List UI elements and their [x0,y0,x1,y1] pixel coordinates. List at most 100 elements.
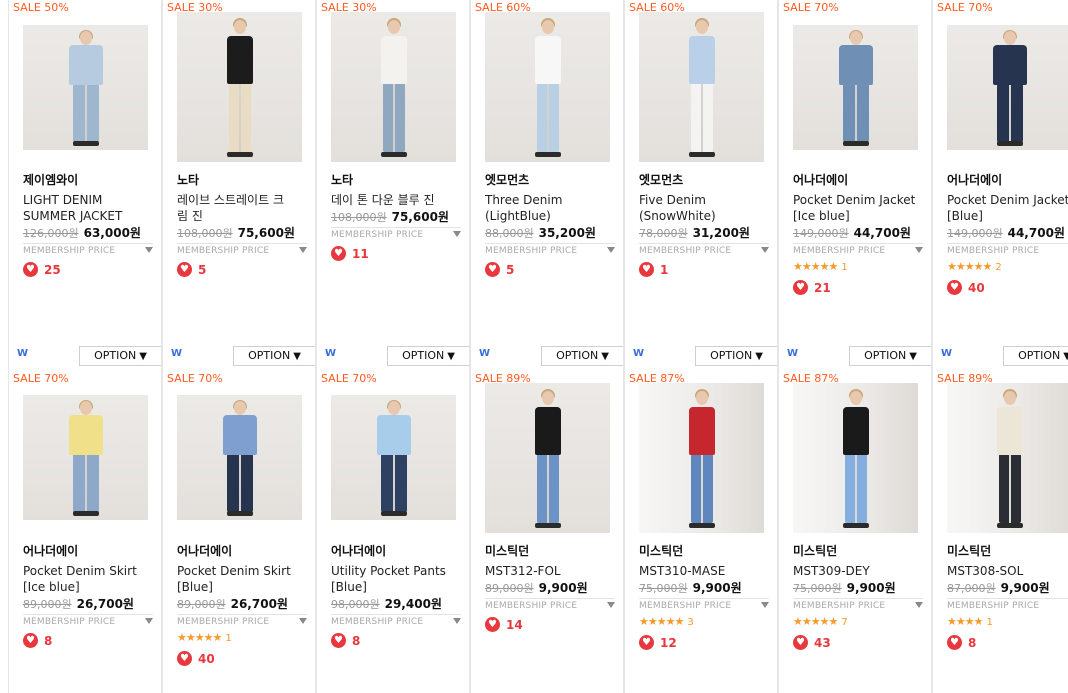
brand-name[interactable]: 어나더에이 [23,542,78,559]
product-card[interactable]: SALE 50% 제이엠와이 LIGHT DENIM SUMMER JACKET 12… [8,0,162,371]
product-name[interactable]: MST309-DEY [793,563,931,579]
brand-name[interactable]: 어나더에이 [177,542,232,559]
product-name[interactable]: MST310-MASE [639,563,777,579]
product-card[interactable]: SALE 70% 어나더에이 Pocket Denim Jacket [Ice bl… [778,0,932,371]
caret-down-icon: ▼ [447,351,455,362]
product-image[interactable] [947,25,1068,150]
membership-price-toggle[interactable]: MEMBERSHIP PRICE [23,243,153,259]
product-name[interactable]: Pocket Denim Jacket [Blue] [947,192,1068,224]
product-image[interactable] [639,383,764,533]
like-button[interactable]: ♥ 8 [947,635,976,651]
brand-name[interactable]: 제이엠와이 [23,171,78,188]
product-name[interactable]: MST312-FOL [485,563,623,579]
like-button[interactable]: ♥ 40 [177,651,215,667]
like-button[interactable]: ♥ 12 [639,635,677,651]
brand-name[interactable]: 미스틱던 [639,542,683,559]
product-image[interactable] [177,12,302,162]
product-image[interactable] [793,383,918,533]
like-button[interactable]: ♥ 8 [331,633,360,649]
product-image[interactable] [485,12,610,162]
option-button[interactable]: OPTION ▼ [541,346,623,366]
option-button[interactable]: OPTION ▼ [387,346,469,366]
membership-price-toggle[interactable]: MEMBERSHIP PRICE [177,614,307,630]
like-button[interactable]: ♥ 11 [331,246,369,262]
product-card[interactable]: SALE 60% 엣모먼츠 Five Denim (SnowWhite) 78,000… [624,0,778,371]
membership-price-toggle[interactable]: MEMBERSHIP PRICE [485,598,615,614]
product-name[interactable]: Utility Pocket Pants [Blue] [331,563,469,595]
membership-price-toggle[interactable]: MEMBERSHIP PRICE [639,243,769,259]
brand-name[interactable]: 미스틱던 [485,542,529,559]
product-image[interactable] [331,12,456,162]
model-figure [672,383,732,533]
membership-price-toggle[interactable]: MEMBERSHIP PRICE [947,243,1068,259]
product-card[interactable]: SALE 70% 어나더에이 Pocket Denim Skirt [Blue] 89… [162,371,316,693]
product-name[interactable]: 데이 톤 다운 블루 진 [331,192,469,208]
product-card[interactable]: SALE 30% 노타 데이 톤 다운 블루 진 108,000원 75,600원 MEM… [316,0,470,371]
product-card[interactable]: SALE 70% 어나더에이 Pocket Denim Jacket [Blue] 1… [932,0,1068,371]
like-button[interactable]: ♥ 14 [485,617,523,633]
product-image[interactable] [793,25,918,150]
product-name[interactable]: MST308-SOL [947,563,1068,579]
product-name[interactable]: LIGHT DENIM SUMMER JACKET [23,192,161,224]
like-button[interactable]: ♥ 5 [485,262,514,278]
like-button[interactable]: ♥ 21 [793,280,831,296]
like-button[interactable]: ♥ 25 [23,262,61,278]
product-name[interactable]: Three Denim (LightBlue) [485,192,623,224]
membership-price-toggle[interactable]: MEMBERSHIP PRICE [793,243,923,259]
membership-price-toggle[interactable]: MEMBERSHIP PRICE [485,243,615,259]
product-name[interactable]: 레이브 스트레이트 크 림 진 [177,192,315,224]
product-card[interactable]: SALE 89% 미스틱던 MST312-FOL 89,000원 9,900원 MEMBE… [470,371,624,693]
product-image[interactable] [947,383,1068,533]
brand-name[interactable]: 어나더에이 [947,171,1002,188]
brand-name[interactable]: 미스틱던 [947,542,991,559]
product-card[interactable]: SALE 89% 미스틱던 MST308-SOL 87,000원 9,900원 MEMBE… [932,371,1068,693]
product-image[interactable] [639,12,764,162]
product-name[interactable]: Pocket Denim Skirt [Ice blue] [23,563,161,595]
product-card[interactable]: SALE 87% 미스틱던 MST310-MASE 75,000원 9,900원 MEMB… [624,371,778,693]
membership-price-toggle[interactable]: MEMBERSHIP PRICE [793,598,923,614]
sale-badge: SALE 70% [933,0,997,16]
price-line: 149,000원 44,700원 [793,224,911,241]
like-count: 5 [506,263,515,277]
product-card[interactable]: SALE 30% 노타 레이브 스트레이트 크 림 진 108,000원 75,600원… [162,0,316,371]
membership-price-toggle[interactable]: MEMBERSHIP PRICE [639,598,769,614]
option-button[interactable]: OPTION ▼ [233,346,315,366]
option-button[interactable]: OPTION ▼ [695,346,777,366]
brand-name[interactable]: 노타 [331,171,353,188]
like-button[interactable]: ♥ 5 [177,262,206,278]
price-line: 126,000원 63,000원 [23,224,141,241]
brand-name[interactable]: 엣모먼츠 [639,171,683,188]
membership-price-toggle[interactable]: MEMBERSHIP PRICE [331,227,461,243]
membership-price-toggle[interactable]: MEMBERSHIP PRICE [947,598,1068,614]
product-card[interactable]: SALE 70% 어나더에이 Utility Pocket Pants [Blue]… [316,371,470,693]
product-name[interactable]: Five Denim (SnowWhite) [639,192,777,224]
brand-name[interactable]: 어나더에이 [331,542,386,559]
product-name[interactable]: Pocket Denim Skirt [Blue] [177,563,315,595]
product-image[interactable] [177,395,302,520]
rating-stars: ★★★★★ 3 [639,615,694,628]
product-card[interactable]: SALE 87% 미스틱던 MST309-DEY 75,000원 9,900원 MEMBE… [778,371,932,693]
brand-name[interactable]: 어나더에이 [793,171,848,188]
product-image[interactable] [485,383,610,533]
like-button[interactable]: ♥ 8 [23,633,52,649]
like-button[interactable]: ♥ 40 [947,280,985,296]
caret-down-icon: ▼ [601,351,609,362]
product-name[interactable]: Pocket Denim Jacket [Ice blue] [793,192,931,224]
product-card[interactable]: SALE 70% 어나더에이 Pocket Denim Skirt [Ice blu… [8,371,162,693]
like-button[interactable]: ♥ 1 [639,262,668,278]
product-image[interactable] [331,395,456,520]
brand-name[interactable]: 엣모먼츠 [485,171,529,188]
product-image[interactable] [23,395,148,520]
option-button[interactable]: OPTION ▼ [849,346,931,366]
option-button[interactable]: OPTION ▼ [1003,346,1068,366]
membership-price-toggle[interactable]: MEMBERSHIP PRICE [331,614,461,630]
product-image[interactable] [23,25,148,150]
product-card[interactable]: SALE 60% 엣모먼츠 Three Denim (LightBlue) 88,00… [470,0,624,371]
brand-name[interactable]: 노타 [177,171,199,188]
like-button[interactable]: ♥ 43 [793,635,831,651]
brand-name[interactable]: 미스틱던 [793,542,837,559]
membership-price-toggle[interactable]: MEMBERSHIP PRICE [177,243,307,259]
like-count: 40 [968,281,985,295]
option-button[interactable]: OPTION ▼ [79,346,161,366]
membership-price-toggle[interactable]: MEMBERSHIP PRICE [23,614,153,630]
